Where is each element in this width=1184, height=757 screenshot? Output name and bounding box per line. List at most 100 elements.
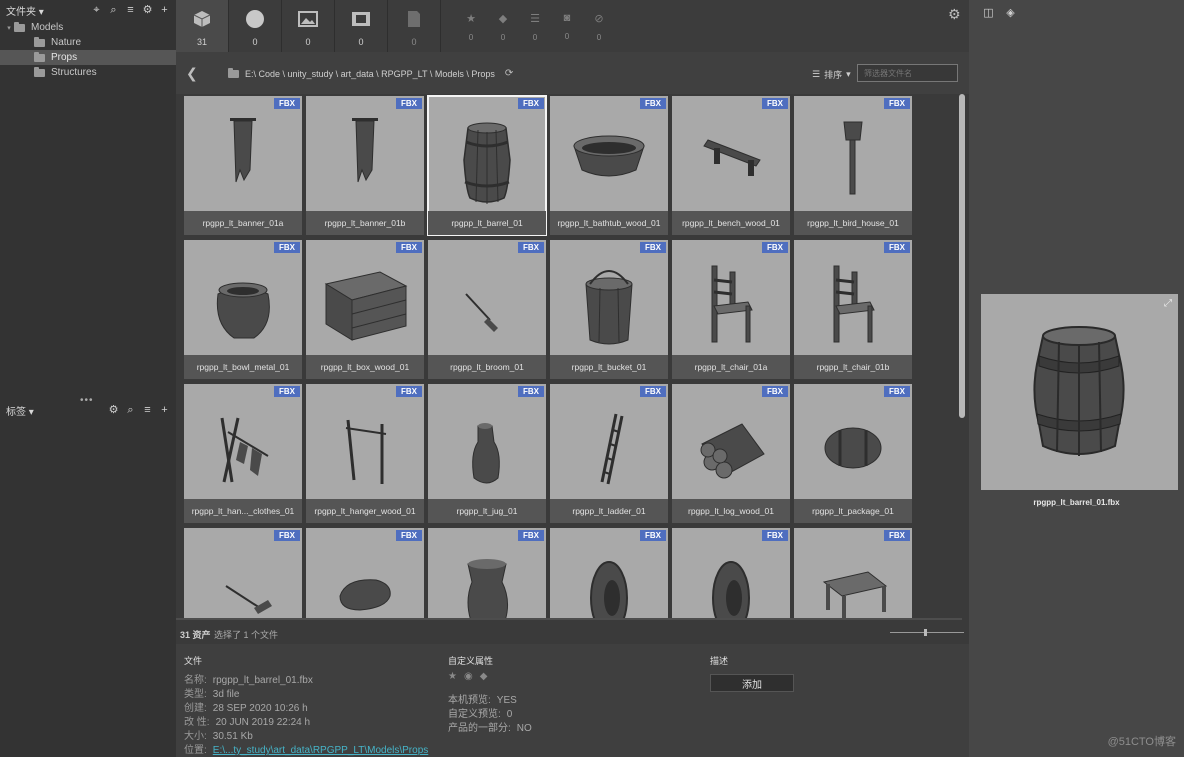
asset-card[interactable]: FBX rpgpp_lt_bird_house_01 (794, 96, 912, 235)
expand-icon[interactable]: ⤢ (1164, 298, 1172, 309)
tags-header: 标签 ▾ ⚙ ⌕ ≡ + (0, 400, 176, 420)
asset-card[interactable]: FBX (794, 528, 912, 620)
asset-type-button[interactable]: 31 (176, 0, 228, 52)
logs-thumbnail (672, 398, 790, 496)
asset-type-button[interactable]: 0 (388, 0, 440, 52)
breadcrumb-segment[interactable]: Models (435, 69, 464, 79)
asset-card[interactable]: FBX rpgpp_lt_broom_01 (428, 240, 546, 379)
asset-card[interactable]: FBX rpgpp_lt_chair_01a (672, 240, 790, 379)
expand-caret-icon[interactable]: ▾ (4, 24, 14, 32)
asset-card[interactable]: FBX rpgpp_lt_bench_wood_01 (672, 96, 790, 235)
gear-icon[interactable]: ⚙ (142, 4, 153, 16)
folder-tree-item[interactable]: ▾ Models (0, 20, 176, 35)
cube-small-icon[interactable]: ◈ (1005, 8, 1016, 19)
location-link[interactable]: E:\...ty_study\art_data\RPGPP_LT\Models\… (213, 745, 428, 756)
filter-filename-input[interactable] (857, 64, 958, 82)
asset-card[interactable]: FBX (672, 528, 790, 620)
fbx-badge: FBX (640, 530, 666, 541)
asset-type-button[interactable]: 0 (229, 0, 281, 52)
breadcrumb-segment[interactable]: RPGPP_LT (381, 69, 427, 79)
asset-grid: FBX rpgpp_lt_banner_01a FBX rpgpp_lt_banner… (176, 94, 969, 620)
asset-card[interactable]: FBX rpgpp_lt_bathtub_wood_01 (550, 96, 668, 235)
asset-card[interactable]: FBX (184, 528, 302, 620)
search-icon[interactable]: ⌕ (108, 4, 119, 16)
asset-name: rpgpp_lt_banner_01a (184, 211, 302, 235)
breadcrumb-separator: \ (373, 68, 382, 79)
tag-settings-icon[interactable]: ⚙ (108, 404, 119, 416)
banner-thumbnail (184, 110, 302, 208)
list-icon: ☰ (530, 13, 540, 25)
tag-sort-icon[interactable]: ≡ (142, 404, 153, 416)
cursor-icon[interactable]: ⌖ (91, 4, 102, 16)
asset-card[interactable]: FBX rpgpp_lt_log_wood_01 (672, 384, 790, 523)
asset-card[interactable]: FBX (550, 528, 668, 620)
selection-status: 选择了 1 个文件 (214, 630, 279, 640)
breadcrumb-segments: E:\ Code \ unity_study \ art_data \ RPGP… (245, 69, 495, 79)
folder-tree-item[interactable]: Structures (0, 65, 176, 80)
tag-add-icon[interactable]: + (159, 404, 170, 416)
asset-name: rpgpp_lt_ladder_01 (550, 499, 668, 523)
custom-prop-row: 产品的一部分: NO (448, 719, 532, 734)
tag-search-icon[interactable]: ⌕ (125, 404, 136, 416)
filter-button[interactable]: ⊘ 0 (591, 12, 607, 42)
asset-type-button[interactable]: 0 (282, 0, 334, 52)
eye-icon[interactable]: ◉ (464, 671, 473, 682)
asset-card[interactable]: FBX rpgpp_lt_banner_01b (306, 96, 424, 235)
fbx-badge: FBX (396, 98, 422, 109)
back-arrow-icon[interactable]: ❮ (186, 65, 198, 82)
tags-menu[interactable]: 标签 ▾ (6, 403, 108, 418)
folder-tree-item[interactable]: Nature (0, 35, 176, 50)
asset-card[interactable]: FBX rpgpp_lt_ladder_01 (550, 384, 668, 523)
asset-card[interactable]: FBX rpgpp_lt_package_01 (794, 384, 912, 523)
breadcrumb-segment[interactable]: Props (471, 69, 495, 79)
fbx-badge: FBX (762, 242, 788, 253)
asset-card[interactable]: FBX rpgpp_lt_hanger_wood_01 (306, 384, 424, 523)
sort-icon[interactable]: ≡ (125, 4, 136, 16)
filter-count: 0 (500, 33, 506, 42)
asset-name: rpgpp_lt_banner_01b (306, 211, 424, 235)
asset-card[interactable]: FBX rpgpp_lt_jug_01 (428, 384, 546, 523)
folders-header: 文件夹 ▾ ⌖ ⌕ ≡ ⚙ + (0, 0, 176, 20)
asset-card[interactable]: FBX rpgpp_lt_chair_01b (794, 240, 912, 379)
tag-icon[interactable]: ◆ (480, 671, 488, 682)
filter-count: 0 (532, 33, 538, 42)
asset-card[interactable]: FBX rpgpp_lt_han..._clothes_01 (184, 384, 302, 523)
asset-card[interactable]: FBX rpgpp_lt_barrel_01 (427, 95, 547, 236)
breadcrumb-segment[interactable]: E:\ Code (245, 69, 280, 79)
folders-menu[interactable]: 文件夹 ▾ (6, 3, 91, 18)
filter-button[interactable]: ◆ 0 (495, 12, 511, 42)
breadcrumb-segment[interactable]: art_data (341, 69, 374, 79)
view-icon[interactable]: ◫ (983, 8, 994, 19)
asset-type-button[interactable]: 0 (335, 0, 387, 52)
asset-card[interactable]: FBX rpgpp_lt_bowl_metal_01 (184, 240, 302, 379)
asset-card[interactable]: FBX rpgpp_lt_banner_01a (184, 96, 302, 235)
folder-label: Structures (51, 67, 97, 78)
folder-tree-item[interactable]: Props (0, 50, 176, 65)
crate-thumbnail (306, 254, 424, 352)
refresh-icon[interactable]: ⟳ (505, 68, 513, 79)
hanger-thumbnail (306, 398, 424, 496)
add-icon[interactable]: + (159, 4, 170, 16)
asset-card[interactable]: FBX (306, 528, 424, 620)
slider-knob[interactable] (924, 629, 927, 636)
sort-menu[interactable]: ☰ 排序 ▾ (812, 68, 851, 81)
broom-thumbnail (428, 254, 546, 352)
asset-name: rpgpp_lt_package_01 (794, 499, 912, 523)
thumbnail-size-slider[interactable] (890, 629, 964, 636)
breadcrumb-segment[interactable]: unity_study (288, 69, 334, 79)
add-description-button[interactable]: 添加 (710, 674, 794, 692)
breadcrumb: E:\ Code \ unity_study \ art_data \ RPGP… (228, 67, 513, 79)
filter-button[interactable]: ◙ 0 (559, 12, 575, 41)
star-icon[interactable]: ★ (448, 671, 457, 682)
filter-button[interactable]: ★ 0 (463, 12, 479, 42)
asset-type-count: 0 (358, 37, 364, 47)
settings-gear-icon[interactable]: ⚙ (948, 6, 961, 23)
filter-button[interactable]: ☰ 0 (527, 12, 543, 42)
preview-image[interactable]: ⤢ (981, 294, 1178, 490)
asset-card[interactable]: FBX rpgpp_lt_box_wood_01 (306, 240, 424, 379)
fbx-badge: FBX (274, 98, 300, 109)
asset-card[interactable]: FBX rpgpp_lt_bucket_01 (550, 240, 668, 379)
vertical-scrollbar[interactable] (959, 94, 965, 418)
asset-name: rpgpp_lt_chair_01a (672, 355, 790, 379)
asset-card[interactable]: FBX (428, 528, 546, 620)
